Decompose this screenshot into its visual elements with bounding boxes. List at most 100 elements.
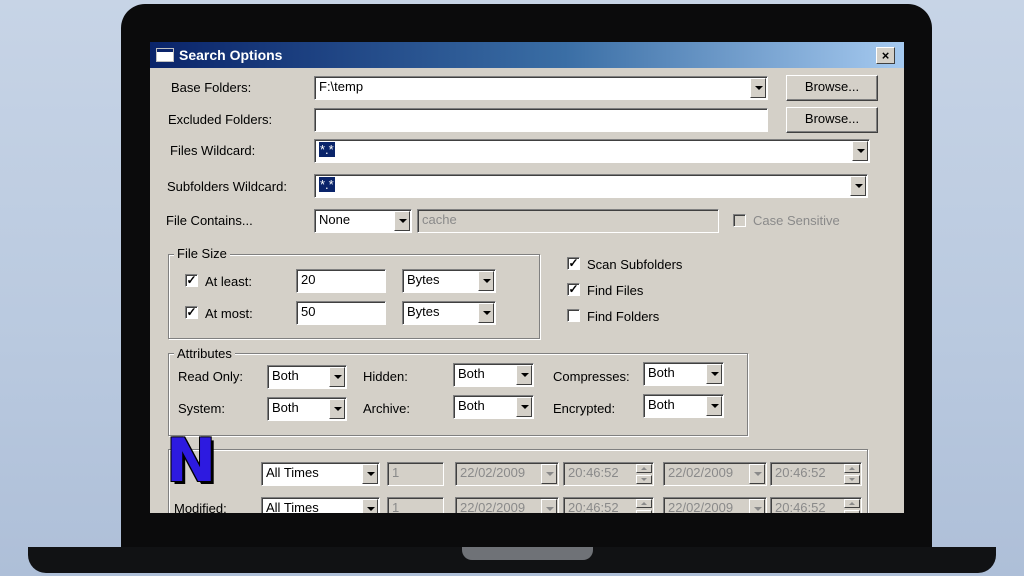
chevron-down-icon[interactable] [478, 303, 494, 323]
to-time-value-2: 20:46:52 [775, 500, 826, 513]
archive-combo[interactable]: Both [453, 395, 534, 419]
from-date-value-1: 22/02/2009 [460, 465, 526, 480]
scan-subfolders-checkbox[interactable]: ✓ [567, 257, 580, 270]
compresses-value: Both [648, 365, 675, 380]
hidden-combo[interactable]: Both [453, 363, 534, 387]
subfolders-wildcard-value: *.* [319, 177, 335, 192]
to-date-combo-1[interactable]: 22/02/2009 [663, 462, 767, 486]
time-spinner-icon[interactable] [844, 464, 860, 484]
chevron-down-icon[interactable] [394, 211, 410, 231]
chevron-down-icon[interactable] [362, 499, 378, 513]
date-mode-value-1: All Times [266, 465, 319, 480]
find-files-label: Find Files [587, 283, 644, 298]
close-button[interactable]: × [876, 47, 895, 64]
at-least-checkbox[interactable]: ✓ [185, 274, 198, 287]
to-date-value-1: 22/02/2009 [668, 465, 734, 480]
title-bar[interactable]: Search Options × [150, 42, 904, 68]
chevron-down-icon[interactable] [478, 271, 494, 291]
files-wildcard-value: *.* [319, 142, 335, 157]
subfolders-wildcard-combo[interactable]: *.* [314, 174, 868, 198]
case-sensitive-checkbox[interactable] [733, 214, 746, 227]
from-time-value-1: 20:46:52 [568, 465, 619, 480]
at-most-checkbox[interactable]: ✓ [185, 306, 198, 319]
archive-label: Archive: [363, 401, 410, 416]
system-label: System: [178, 401, 225, 416]
at-most-input[interactable]: 50 [296, 301, 386, 325]
find-files-checkbox[interactable]: ✓ [567, 283, 580, 296]
chevron-down-icon[interactable] [706, 396, 722, 416]
encrypted-value: Both [648, 397, 675, 412]
browse-base-button[interactable]: Browse... [786, 75, 878, 101]
at-least-unit-combo[interactable]: Bytes [402, 269, 496, 293]
at-most-unit-value: Bytes [407, 304, 440, 319]
chevron-down-icon[interactable] [516, 397, 532, 417]
hidden-label: Hidden: [363, 369, 408, 384]
chevron-down-icon[interactable] [329, 367, 345, 387]
date-count-input-1[interactable]: 1 [387, 462, 444, 486]
read-only-combo[interactable]: Both [267, 365, 347, 389]
to-time-input-1[interactable]: 20:46:52 [770, 462, 862, 486]
chevron-down-icon[interactable] [749, 464, 765, 484]
time-spinner-icon[interactable] [636, 499, 652, 513]
file-size-legend: File Size [174, 246, 230, 261]
window-icon [156, 48, 174, 62]
files-wildcard-label: Files Wildcard: [170, 143, 256, 158]
time-spinner-icon[interactable] [636, 464, 652, 484]
excluded-folders-input[interactable] [314, 108, 768, 132]
from-date-value-2: 22/02/2009 [460, 500, 526, 513]
scan-subfolders-label: Scan Subfolders [587, 257, 683, 272]
browse-excluded-label: Browse... [804, 111, 860, 126]
chevron-down-icon[interactable] [362, 464, 378, 484]
read-only-value: Both [272, 368, 299, 383]
to-date-value-2: 22/02/2009 [668, 500, 734, 513]
from-date-combo-2[interactable]: 22/02/2009 [455, 497, 559, 513]
at-most-label: At most: [205, 306, 253, 321]
file-contains-text-input[interactable]: cache [417, 209, 719, 233]
browse-excluded-button[interactable]: Browse... [786, 107, 878, 133]
date-count-input-2[interactable]: 1 [387, 497, 444, 513]
date-mode-combo-2[interactable]: All Times [261, 497, 380, 513]
hidden-value: Both [458, 366, 485, 381]
chevron-down-icon[interactable] [749, 499, 765, 513]
date-mode-value-2: All Times [266, 500, 319, 513]
chevron-down-icon[interactable] [541, 499, 557, 513]
search-options-dialog: Search Options × Base Folders: F:\temp B… [150, 42, 904, 513]
file-contains-label: File Contains... [166, 213, 253, 228]
chevron-down-icon[interactable] [329, 399, 345, 419]
modified-label: Modified: [174, 501, 227, 513]
file-contains-mode-combo[interactable]: None [314, 209, 412, 233]
laptop-notch [462, 547, 593, 560]
time-spinner-icon[interactable] [844, 499, 860, 513]
chevron-down-icon[interactable] [541, 464, 557, 484]
at-least-label: At least: [205, 274, 252, 289]
chevron-down-icon[interactable] [706, 364, 722, 384]
at-least-unit-value: Bytes [407, 272, 440, 287]
encrypted-combo[interactable]: Both [643, 394, 724, 418]
compresses-combo[interactable]: Both [643, 362, 724, 386]
from-time-input-2[interactable]: 20:46:52 [563, 497, 654, 513]
at-least-input[interactable]: 20 [296, 269, 386, 293]
find-folders-checkbox[interactable] [567, 309, 580, 322]
subfolders-wildcard-label: Subfolders Wildcard: [167, 179, 287, 194]
chevron-down-icon[interactable] [516, 365, 532, 385]
chevron-down-icon[interactable] [850, 176, 866, 196]
case-sensitive-label: Case Sensitive [753, 213, 840, 228]
chevron-down-icon[interactable] [750, 78, 766, 98]
attributes-legend: Attributes [174, 346, 235, 361]
watermark-logo: N [166, 426, 217, 496]
from-date-combo-1[interactable]: 22/02/2009 [455, 462, 559, 486]
file-size-group [168, 254, 540, 339]
at-most-unit-combo[interactable]: Bytes [402, 301, 496, 325]
to-time-input-2[interactable]: 20:46:52 [770, 497, 862, 513]
system-combo[interactable]: Both [267, 397, 347, 421]
files-wildcard-combo[interactable]: *.* [314, 139, 870, 163]
base-folders-combo[interactable]: F:\temp [314, 76, 768, 100]
read-only-label: Read Only: [178, 369, 244, 384]
excluded-folders-label: Excluded Folders: [168, 112, 273, 127]
from-time-input-1[interactable]: 20:46:52 [563, 462, 654, 486]
base-folders-value: F:\temp [319, 79, 364, 94]
chevron-down-icon[interactable] [852, 141, 868, 161]
browse-base-label: Browse... [804, 79, 860, 94]
date-mode-combo-1[interactable]: All Times [261, 462, 380, 486]
to-date-combo-2[interactable]: 22/02/2009 [663, 497, 767, 513]
